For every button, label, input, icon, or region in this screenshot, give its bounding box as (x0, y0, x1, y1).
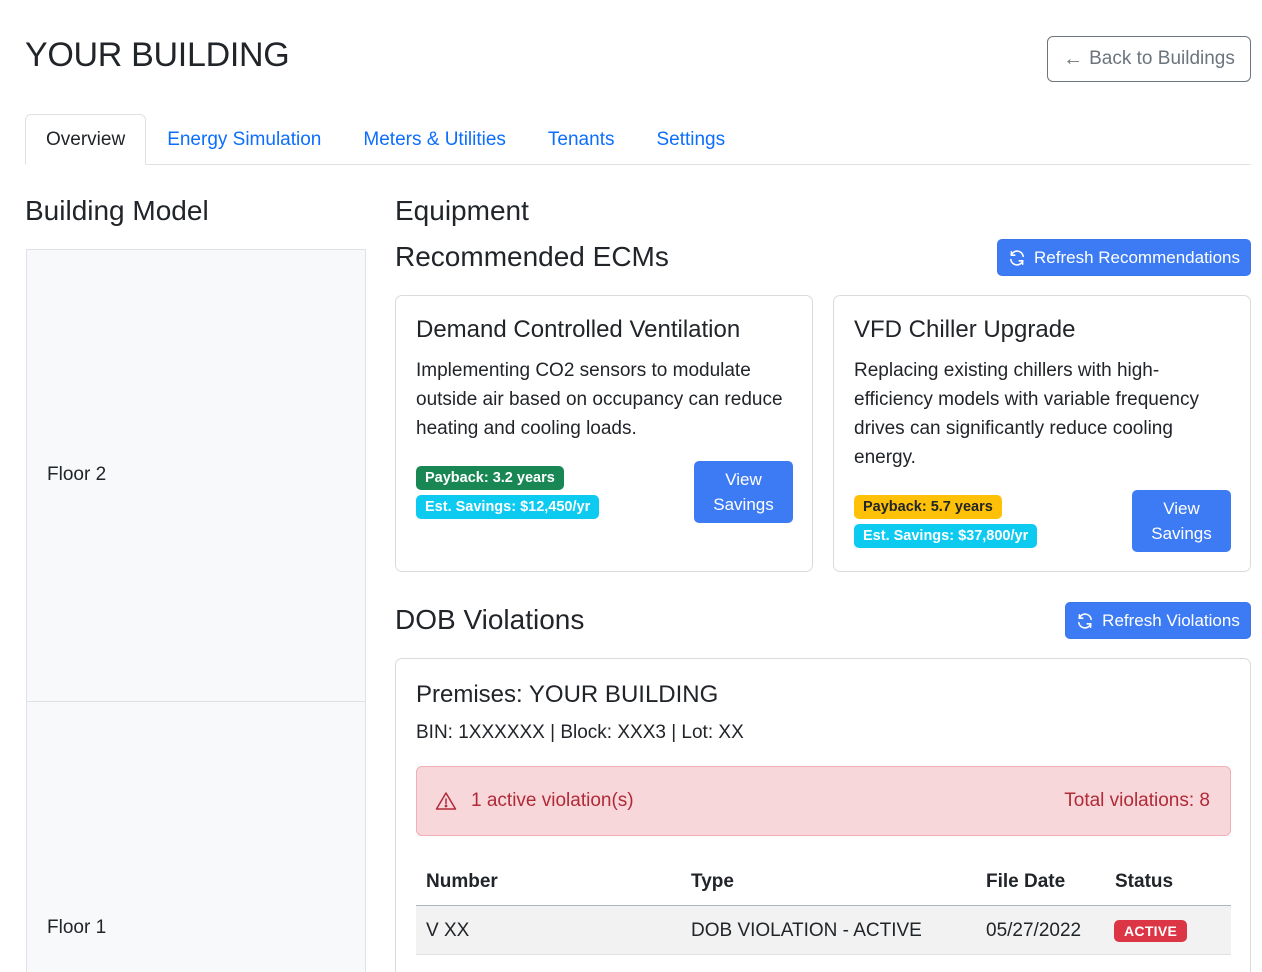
violation-number: V XX (426, 919, 470, 941)
ecm-card: VFD Chiller Upgrade Replacing existing c… (833, 295, 1251, 572)
status-badge: ACTIVE (1114, 919, 1188, 942)
tab-energy-simulation[interactable]: Energy Simulation (146, 114, 342, 165)
violations-alert: 1 active violation(s) Total violations: … (416, 766, 1231, 836)
refresh-violations-label: Refresh Violations (1102, 610, 1240, 630)
tab-meters-utilities[interactable]: Meters & Utilities (342, 114, 527, 165)
savings-badge: Est. Savings: $37,800/yr (854, 524, 1038, 548)
payback-badge: Payback: 5.7 years (854, 495, 1002, 519)
tab-tenants[interactable]: Tenants (527, 114, 636, 165)
floor-label: Floor 1 (47, 917, 107, 938)
tab-overview[interactable]: Overview (25, 114, 147, 165)
page-title: YOUR BUILDING (25, 36, 290, 74)
ecm-title: VFD Chiller Upgrade (854, 316, 1076, 343)
floor-block-2[interactable]: Floor 2 (27, 250, 365, 702)
refresh-icon (1078, 612, 1093, 629)
table-row[interactable]: V XX DOB VIOLATION - ACTIVE 05/27/2022 A… (416, 906, 1231, 955)
total-violations-text: Total violations: 8 (1064, 790, 1210, 811)
tab-bar: Overview Energy Simulation Meters & Util… (25, 114, 1251, 165)
view-savings-label: View (725, 470, 762, 489)
refresh-recommendations-button[interactable]: Refresh Recommendations (997, 239, 1251, 276)
arrow-left-icon: ← (1063, 48, 1084, 70)
building-model-viewer[interactable]: Floor 2 Floor 1 (26, 249, 366, 972)
dob-violations-heading: DOB Violations (395, 604, 585, 635)
recommended-ecms-heading: Recommended ECMs (395, 241, 669, 272)
column-header-number: Number (426, 870, 498, 892)
violations-card: Premises: YOUR BUILDING BIN: 1XXXXXX | B… (395, 658, 1251, 972)
back-to-buildings-button[interactable]: ← Back to Buildings (1047, 36, 1251, 82)
column-header-file-date: File Date (986, 870, 1066, 892)
view-savings-button[interactable]: View Savings (694, 461, 793, 523)
floor-label: Floor 2 (47, 464, 107, 485)
floor-block-1[interactable]: Floor 1 (27, 702, 365, 972)
ecm-description: Implementing CO2 sensors to modulate out… (416, 360, 783, 439)
violation-file-date: 05/27/2022 (986, 919, 1082, 941)
table-header-row: Number Type File Date Status (416, 857, 1231, 906)
ecm-title: Demand Controlled Ventilation (416, 316, 741, 343)
view-savings-label: Savings (1151, 524, 1212, 543)
violation-type: DOB VIOLATION - ACTIVE (691, 919, 922, 941)
premises-title: Premises: YOUR BUILDING (416, 681, 719, 708)
equipment-heading: Equipment (395, 195, 529, 226)
ecm-description: Replacing existing chillers with high-ef… (854, 360, 1199, 468)
payback-badge: Payback: 3.2 years (416, 466, 564, 490)
back-button-label: Back to Buildings (1089, 48, 1235, 69)
view-savings-label: View (1163, 499, 1200, 518)
warning-icon (435, 792, 457, 810)
tab-settings[interactable]: Settings (635, 114, 746, 165)
active-violations-text: 1 active violation(s) (471, 790, 634, 811)
column-header-type: Type (691, 870, 734, 892)
refresh-icon (1010, 249, 1024, 266)
refresh-violations-button[interactable]: Refresh Violations (1065, 602, 1251, 639)
ecm-card: Demand Controlled Ventilation Implementi… (395, 295, 813, 572)
building-model-heading: Building Model (25, 195, 209, 226)
view-savings-label: Savings (713, 495, 774, 514)
premises-meta: BIN: 1XXXXXX | Block: XXX3 | Lot: XX (416, 722, 744, 743)
refresh-recommendations-label: Refresh Recommendations (1034, 247, 1240, 267)
view-savings-button[interactable]: View Savings (1132, 490, 1231, 552)
column-header-status: Status (1115, 870, 1174, 892)
savings-badge: Est. Savings: $12,450/yr (416, 495, 600, 519)
